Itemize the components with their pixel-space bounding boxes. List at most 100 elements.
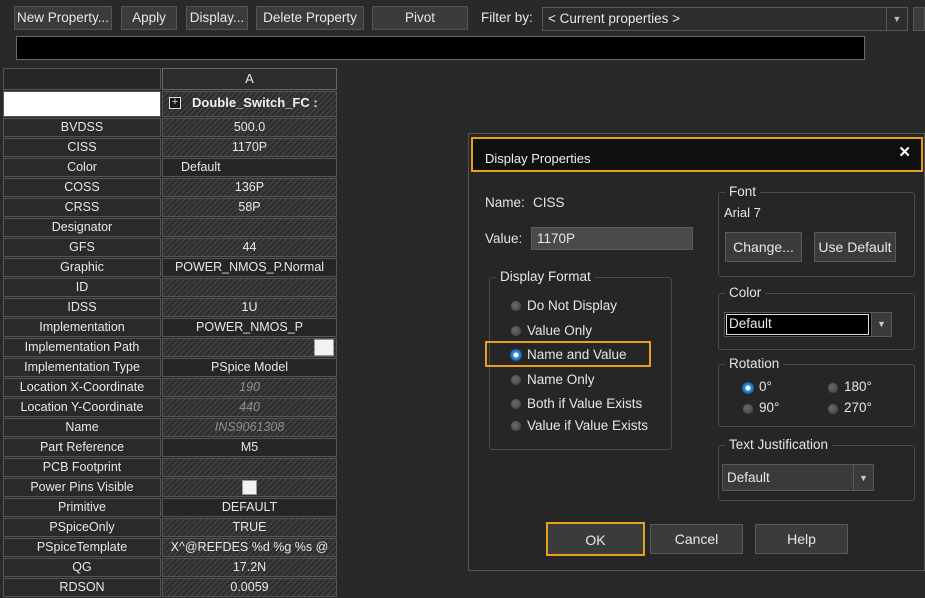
grid-row-value[interactable]: TRUE <box>162 518 337 537</box>
grid-row-value[interactable]: 440 <box>162 398 337 417</box>
selected-format-highlight <box>485 341 651 367</box>
value-label: Value: <box>485 231 523 246</box>
grid-row-label[interactable]: COSS <box>3 178 161 197</box>
grid-row-value[interactable]: 500.0 <box>162 118 337 137</box>
display-format-radio[interactable] <box>510 300 522 312</box>
name-value: CISS <box>533 195 565 210</box>
display-format-option-label[interactable]: Do Not Display <box>527 298 617 314</box>
grid-row-label[interactable]: CISS <box>3 138 161 157</box>
apply-button[interactable]: Apply <box>121 6 177 30</box>
grid-row-value[interactable]: INS9061308 <box>162 418 337 437</box>
close-icon[interactable]: ✕ <box>898 143 911 161</box>
toolbar-overflow-button[interactable] <box>913 7 925 31</box>
grid-row-value[interactable]: 136P <box>162 178 337 197</box>
change-font-button[interactable]: Change... <box>725 232 802 262</box>
rotation-radio[interactable] <box>742 382 754 394</box>
rotation-group <box>718 364 915 427</box>
grid-row-value[interactable] <box>162 218 337 237</box>
grid-row-label[interactable]: PSpiceTemplate <box>3 538 161 557</box>
grid-row-label[interactable]: QG <box>3 558 161 577</box>
cancel-button[interactable]: Cancel <box>650 524 743 554</box>
display-button[interactable]: Display... <box>186 6 248 30</box>
expand-plus-icon[interactable]: + <box>169 97 181 109</box>
display-format-radio[interactable] <box>510 398 522 410</box>
grid-row-value[interactable] <box>162 338 337 357</box>
grid-row-value[interactable] <box>162 458 337 477</box>
grid-row-value[interactable]: 1U <box>162 298 337 317</box>
text-justification-select[interactable]: Default ▼ <box>722 464 874 491</box>
grid-row-value[interactable]: Default <box>162 158 337 177</box>
grid-row-value[interactable]: M5 <box>162 438 337 457</box>
chevron-down-icon[interactable]: ▼ <box>886 8 907 30</box>
grid-row-value[interactable]: 44 <box>162 238 337 257</box>
display-format-option-label[interactable]: Both if Value Exists <box>527 396 642 412</box>
browse-path-button[interactable] <box>314 339 334 356</box>
rotation-radio[interactable] <box>827 403 839 415</box>
new-property-button[interactable]: New Property... <box>14 6 112 30</box>
grid-row-value[interactable]: 17.2N <box>162 558 337 577</box>
display-format-radio[interactable] <box>510 325 522 337</box>
grid-row-label[interactable]: Color <box>3 158 161 177</box>
dialog-titlebar: Display Properties ✕ <box>471 137 923 172</box>
display-format-radio[interactable] <box>510 420 522 432</box>
grid-row-value[interactable]: 58P <box>162 198 337 217</box>
grid-corner-cell[interactable] <box>3 68 161 90</box>
grid-row-value[interactable]: PSpice Model <box>162 358 337 377</box>
grid-row-label[interactable]: Location Y-Coordinate <box>3 398 161 417</box>
color-select-value: Default <box>729 316 772 331</box>
grid-row-label[interactable]: Name <box>3 418 161 437</box>
rotation-radio[interactable] <box>827 382 839 394</box>
grid-row-label[interactable]: CRSS <box>3 198 161 217</box>
grid-row-label[interactable]: Graphic <box>3 258 161 277</box>
rotation-option-label[interactable]: 180° <box>844 379 872 395</box>
grid-row-label[interactable]: Location X-Coordinate <box>3 378 161 397</box>
display-format-option-label[interactable]: Value if Value Exists <box>527 418 648 434</box>
grid-row-value[interactable]: POWER_NMOS_P.Normal <box>162 258 337 277</box>
grid-row-value[interactable]: 190 <box>162 378 337 397</box>
grid-row-value[interactable]: 1170P <box>162 138 337 157</box>
rotation-option-label[interactable]: 0° <box>759 379 772 395</box>
grid-row-label[interactable]: RDSON <box>3 578 161 597</box>
help-button[interactable]: Help <box>755 524 848 554</box>
chevron-down-icon[interactable]: ▼ <box>853 465 873 490</box>
chevron-down-icon[interactable]: ▼ <box>871 313 891 336</box>
grid-row-label[interactable]: PCB Footprint <box>3 458 161 477</box>
grid-row-label[interactable]: IDSS <box>3 298 161 317</box>
grid-row-label[interactable]: Implementation Type <box>3 358 161 377</box>
grid-row-value[interactable]: X^@REFDES %d %g %s @ <box>162 538 337 557</box>
rotation-option-label[interactable]: 90° <box>759 400 779 416</box>
color-select[interactable]: Default ▼ <box>724 312 892 337</box>
grid-row-label[interactable]: Implementation <box>3 318 161 337</box>
value-edit-field[interactable] <box>16 36 865 60</box>
part-name-cell[interactable]: + Double_Switch_FC : <box>162 91 337 117</box>
pivot-button[interactable]: Pivot <box>372 6 468 30</box>
use-default-font-button[interactable]: Use Default <box>814 232 896 262</box>
display-format-radio[interactable] <box>510 374 522 386</box>
grid-row-value[interactable]: 0.0059 <box>162 578 337 597</box>
rotation-option-label[interactable]: 270° <box>844 400 872 416</box>
grid-row-label[interactable]: PSpiceOnly <box>3 518 161 537</box>
delete-property-button[interactable]: Delete Property <box>256 6 364 30</box>
display-format-option-label[interactable]: Value Only <box>527 323 592 339</box>
display-format-option-label[interactable]: Name Only <box>527 372 595 388</box>
part-name-label: Double_Switch_FC : <box>192 95 318 110</box>
filter-select[interactable]: < Current properties > ▼ <box>542 7 908 31</box>
column-header-a[interactable]: A <box>162 68 337 90</box>
grid-row-value[interactable] <box>162 278 337 297</box>
value-field[interactable]: 1170P <box>531 227 693 250</box>
text-justification-value: Default <box>727 470 770 485</box>
ok-button[interactable]: OK <box>546 522 645 556</box>
grid-row-label[interactable]: BVDSS <box>3 118 161 137</box>
grid-row-value[interactable]: DEFAULT <box>162 498 337 517</box>
rotation-radio[interactable] <box>742 403 754 415</box>
grid-row-label[interactable]: Designator <box>3 218 161 237</box>
grid-row-value[interactable]: POWER_NMOS_P <box>162 318 337 337</box>
grid-row-label[interactable]: Power Pins Visible <box>3 478 161 497</box>
power-pins-visible-checkbox[interactable] <box>242 480 257 495</box>
grid-row-label[interactable]: Implementation Path <box>3 338 161 357</box>
grid-row-label[interactable]: Part Reference <box>3 438 161 457</box>
grid-row-label[interactable]: GFS <box>3 238 161 257</box>
grid-row-label[interactable]: Primitive <box>3 498 161 517</box>
display-format-title: Display Format <box>496 269 595 285</box>
grid-row-label[interactable]: ID <box>3 278 161 297</box>
